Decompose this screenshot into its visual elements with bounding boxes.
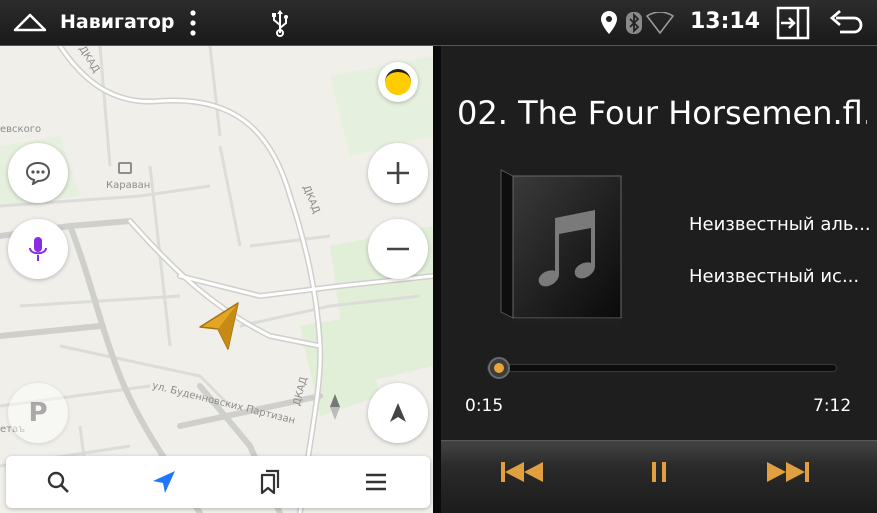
zoom-out-icon bbox=[387, 247, 409, 251]
map-panel[interactable]: евского Караван ДКАД ДКАД ДКАД ул. Буден… bbox=[0, 46, 433, 513]
bookmarks-icon bbox=[260, 469, 280, 495]
progress-thumb[interactable] bbox=[488, 357, 511, 379]
menu-icon bbox=[366, 473, 386, 491]
next-icon bbox=[767, 462, 809, 482]
app-title: Навигатор bbox=[60, 11, 175, 33]
pause-icon bbox=[652, 462, 666, 482]
wifi-icon bbox=[646, 12, 674, 34]
microphone-icon bbox=[29, 237, 47, 261]
home-icon[interactable] bbox=[12, 10, 48, 36]
shop-icon bbox=[118, 162, 132, 174]
alice-assistant-icon bbox=[385, 69, 411, 95]
compass-button[interactable] bbox=[368, 383, 428, 443]
music-player-panel: 02. The Four Horsemen.fl.. Неизвестный а… bbox=[441, 46, 877, 513]
more-vert-icon[interactable] bbox=[188, 8, 198, 38]
time-total: 7:12 bbox=[813, 396, 852, 416]
time-current: 0:15 bbox=[465, 396, 504, 416]
clock: 13:14 bbox=[690, 9, 761, 34]
search-icon bbox=[47, 471, 69, 493]
bookmarks-button[interactable] bbox=[252, 464, 288, 500]
navigate-button[interactable] bbox=[146, 464, 182, 500]
map-label-edge-top: евского bbox=[0, 124, 42, 135]
map-label-karavan: Караван bbox=[106, 180, 151, 191]
search-button[interactable] bbox=[40, 464, 76, 500]
parking-icon: P bbox=[28, 398, 48, 428]
player-controls bbox=[441, 440, 877, 513]
map-roads bbox=[0, 46, 433, 513]
voice-button[interactable] bbox=[8, 219, 68, 279]
chat-icon bbox=[25, 161, 51, 185]
next-button[interactable] bbox=[763, 457, 813, 487]
navigate-icon bbox=[153, 471, 175, 493]
alice-assistant-button[interactable] bbox=[378, 62, 418, 102]
menu-button[interactable] bbox=[358, 464, 394, 500]
map-bottom-bar bbox=[6, 456, 430, 508]
track-title: 02. The Four Horsemen.fl.. bbox=[457, 94, 867, 132]
north-indicator-icon bbox=[330, 394, 340, 420]
album-art bbox=[500, 169, 622, 332]
back-icon[interactable] bbox=[828, 8, 864, 38]
bluetooth-icon bbox=[626, 12, 642, 34]
location-icon bbox=[601, 11, 617, 34]
album-name: Неизвестный аль... bbox=[689, 214, 871, 235]
status-bar: Навигатор 13:14 bbox=[0, 0, 877, 46]
parking-button[interactable]: P bbox=[8, 383, 68, 443]
zoom-in-icon bbox=[387, 162, 409, 184]
zoom-out-button[interactable] bbox=[368, 219, 428, 279]
split-divider[interactable] bbox=[433, 46, 441, 513]
progress-bar[interactable] bbox=[487, 364, 837, 372]
current-position-icon bbox=[199, 302, 239, 350]
artist-name: Неизвестный ис... bbox=[689, 266, 860, 287]
previous-icon bbox=[501, 462, 543, 482]
usb-icon bbox=[272, 10, 288, 37]
zoom-in-button[interactable] bbox=[368, 143, 428, 203]
pause-button[interactable] bbox=[634, 457, 684, 487]
chat-button[interactable] bbox=[8, 143, 68, 203]
compass-icon bbox=[390, 403, 406, 422]
previous-button[interactable] bbox=[497, 457, 547, 487]
split-screen-icon[interactable] bbox=[776, 6, 810, 40]
